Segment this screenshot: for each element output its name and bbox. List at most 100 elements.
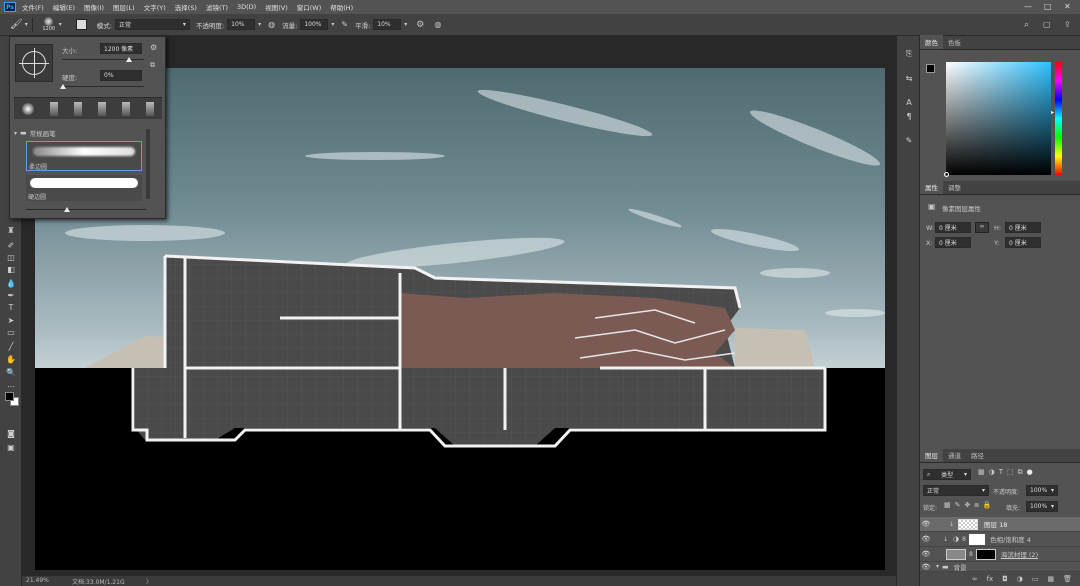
chevron-down-icon[interactable]: ▾ [25,21,28,28]
menu-help[interactable]: 帮助(H) [330,2,353,12]
pixel-filter-icon[interactable]: ▦ [978,468,985,477]
history-panel-icon[interactable]: ⎘ [903,48,915,60]
character-panel-icon[interactable]: A [903,96,915,108]
tab-color[interactable]: 颜色 [920,35,943,49]
eye-icon[interactable]: 👁 [920,535,932,543]
adjustment-filter-icon[interactable]: ◑ [989,468,995,477]
add-mask-icon[interactable]: ◘ [1002,575,1008,583]
eye-icon[interactable]: 👁 [920,520,932,528]
paragraph-panel-icon[interactable]: ¶ [903,110,915,122]
size-slider-handle[interactable] [126,57,132,62]
delete-layer-icon[interactable]: 🗑 [1063,575,1072,583]
close-button[interactable]: ✕ [1064,2,1071,11]
menu-select[interactable]: 选择(S) [175,2,197,12]
blur-tool-icon[interactable]: 💧 [5,277,17,289]
menu-type[interactable]: 文字(Y) [144,2,166,12]
hand-tool-icon[interactable]: ✋ [5,353,17,365]
airbrush-icon[interactable]: ✎ [341,20,348,29]
y-input[interactable]: 0 厘米 [1005,237,1041,248]
line-tool-icon[interactable]: ╱ [5,340,17,352]
layer-kind-filter[interactable]: ⌕ 类型 ▾ [923,469,971,480]
recent-brush-soft[interactable] [22,102,34,115]
clone-stamp-tool-icon[interactable]: ♜ [5,224,17,236]
brush-list-scrollbar[interactable] [146,129,150,199]
chevron-down-icon[interactable]: ▾ [331,21,334,28]
new-layer-icon[interactable]: ▦ [1047,575,1054,583]
eraser-tool-icon[interactable]: ◫ [5,251,17,263]
lock-artboard-icon[interactable]: ⧈ [974,501,978,510]
eye-icon[interactable]: 👁 [920,563,932,571]
type-filter-icon[interactable]: T [999,468,1003,477]
brush-settings-panel-icon[interactable] [75,19,87,30]
adjustments-panel-icon[interactable]: ⇆ [903,72,915,84]
x-input[interactable]: 0 厘米 [935,237,971,248]
brush-group-header[interactable]: ▾ ▬ 常规画笔 [14,127,154,139]
new-group-icon[interactable]: ▭ [1032,575,1039,583]
type-tool-icon[interactable]: T [5,301,17,313]
recent-brush-2[interactable] [50,101,58,116]
hardness-slider[interactable] [62,86,144,87]
blend-mode-select[interactable]: 正常 ▾ [923,485,989,496]
more-tools-icon[interactable]: ⋯ [5,380,17,392]
tab-paths[interactable]: 路径 [966,448,989,462]
opacity-input[interactable]: 10% [227,19,256,30]
lock-position-icon[interactable]: ✥ [965,501,971,510]
minimize-button[interactable]: — [1024,2,1032,11]
brush-angle-preview[interactable] [15,44,53,82]
foreground-color-swatch[interactable] [926,64,935,73]
new-preset-icon[interactable]: ⧉ [150,61,155,70]
hardness-input[interactable]: 0% [100,70,142,81]
layer-row[interactable]: 👁 ▾ ▬ 背景 [920,562,1080,572]
preview-size-slider[interactable] [26,209,146,210]
share-icon[interactable]: ⇪ [1064,20,1071,29]
rectangle-tool-icon[interactable]: ▭ [5,326,17,338]
color-field[interactable] [946,62,1051,175]
hardness-slider-handle[interactable] [60,84,66,89]
link-icon[interactable]: ∞ [975,222,989,233]
tab-swatches[interactable]: 色板 [943,35,966,49]
preview-size-handle[interactable] [64,207,70,212]
zoom-tool-icon[interactable]: 🔍 [5,366,17,378]
color-swatches[interactable] [4,392,20,408]
recent-brush-5[interactable] [122,101,130,116]
smoothing-input[interactable]: 10% [373,19,402,30]
new-adjustment-icon[interactable]: ◑ [1017,575,1023,583]
brush-hard-round[interactable]: 硬边圆 [26,175,142,201]
menu-edit[interactable]: 编辑(E) [53,2,75,12]
gear-icon[interactable]: ⚙ [150,43,157,52]
hue-slider[interactable] [1055,62,1062,175]
width-input[interactable]: 0 厘米 [935,222,971,233]
brush-preset-picker[interactable]: 1200 [41,16,57,33]
pressure-opacity-icon[interactable]: ◍ [268,20,275,29]
menu-3d[interactable]: 3D(D) [237,3,256,11]
size-input[interactable]: 1200 像素 [100,43,142,54]
layer-row[interactable]: 👁 ↓ 图层 18 [920,517,1080,532]
menu-file[interactable]: 文件(F) [22,2,44,12]
tool-presets-icon[interactable]: ✎ [903,134,915,146]
chevron-down-icon[interactable]: ▾ [404,21,407,28]
history-brush-tool-icon[interactable]: ✐ [5,239,17,251]
gradient-tool-icon[interactable]: ◧ [5,263,17,275]
recent-brush-3[interactable] [74,101,82,116]
photoshop-logo-icon[interactable]: Ps [4,2,16,12]
tab-adjustments[interactable]: 调整 [943,180,966,194]
layer-row[interactable]: 👁 ↓ ◑ 8 色相/饱和度 4 [920,532,1080,547]
foreground-color-swatch[interactable] [5,392,14,401]
layer-name[interactable]: 图层 18 [984,519,1007,529]
filter-toggle-icon[interactable]: ● [1027,468,1033,477]
brush-soft-round[interactable]: 柔边圆 [26,141,142,171]
tab-channels[interactable]: 通道 [943,448,966,462]
recent-brush-4[interactable] [98,101,106,116]
lock-transparency-icon[interactable]: ▦ [944,501,951,510]
menu-filter[interactable]: 滤镜(T) [206,2,228,12]
eye-icon[interactable]: 👁 [920,550,932,558]
recent-brush-6[interactable] [146,101,154,116]
layer-opacity-input[interactable]: 100% ▾ [1026,485,1058,496]
screen-mode-icon[interactable]: ▣ [5,441,17,453]
layer-name[interactable]: 背景 [954,562,967,572]
pen-tool-icon[interactable]: ✒ [5,289,17,301]
flow-input[interactable]: 100% [300,19,329,30]
path-selection-tool-icon[interactable]: ➤ [5,314,17,326]
pressure-size-icon[interactable]: ◍ [434,20,441,29]
height-input[interactable]: 0 厘米 [1005,222,1041,233]
